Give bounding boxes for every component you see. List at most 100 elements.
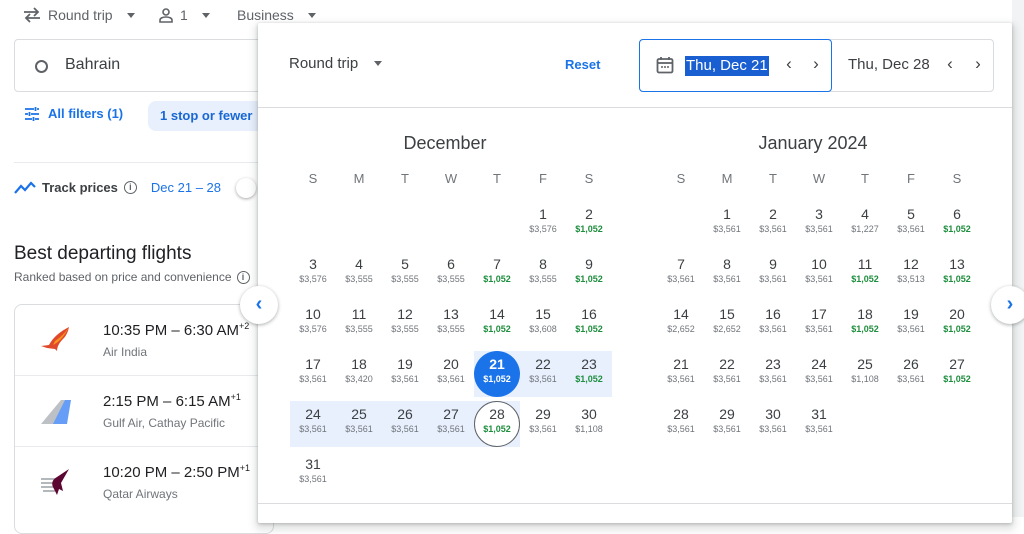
day-price-low: $1,052 <box>943 224 971 234</box>
month-title: December <box>403 133 487 153</box>
calendar-day[interactable]: 31 $3,561 <box>290 451 336 497</box>
departure-date-input[interactable]: Thu, Dec 21 ‹ › <box>639 39 832 92</box>
calendar-day[interactable]: 3 $3,576 <box>290 251 336 297</box>
stops-filter-chip[interactable]: 1 stop or fewer <box>148 101 268 131</box>
calendar-day[interactable]: 27 $1,052 <box>934 351 980 397</box>
calendar-day[interactable]: 5 $3,561 <box>888 201 934 247</box>
day-price: $3,576 <box>529 224 557 234</box>
calendar-day[interactable]: 6 $1,052 <box>934 201 980 247</box>
flight-row[interactable]: 10:35 PM – 6:30 AM+2 Air India <box>15 305 275 376</box>
calendar-day[interactable]: 8 $3,561 <box>704 251 750 297</box>
calendar-day[interactable]: 1 $3,576 <box>520 201 566 247</box>
calendar-day[interactable]: 19 $3,561 <box>888 301 934 347</box>
track-prices-toggle[interactable] <box>236 178 256 198</box>
calendar-day[interactable]: 22 $3,561 <box>520 351 566 397</box>
calendar-day[interactable]: 1 $3,561 <box>704 201 750 247</box>
calendar-day[interactable]: 10 $3,576 <box>290 301 336 347</box>
calendar-day[interactable]: 18 $3,420 <box>336 351 382 397</box>
calendar-day[interactable]: 4 $1,227 <box>842 201 888 247</box>
day-number: 4 <box>861 206 869 222</box>
day-number: 9 <box>769 256 777 272</box>
calendar-day[interactable]: 20 $3,561 <box>428 351 474 397</box>
calendar-day[interactable]: 13 $3,555 <box>428 301 474 347</box>
calendar-day[interactable]: 26 $3,561 <box>382 401 428 447</box>
calendar-day[interactable]: 2 $1,052 <box>566 201 612 247</box>
calendar-day[interactable]: 16 $1,052 <box>566 301 612 347</box>
calendar-day[interactable]: 21 $3,561 <box>658 351 704 397</box>
calendar-day[interactable]: 25 $3,561 <box>336 401 382 447</box>
calendar-day[interactable]: 12 $3,555 <box>382 301 428 347</box>
all-filters-button[interactable]: All filters (1) <box>24 106 123 121</box>
calendar-day[interactable]: 27 $3,561 <box>428 401 474 447</box>
calendar-day-selected-start[interactable]: 21 $1,052 <box>474 351 520 397</box>
calendar-day[interactable]: 19 $3,561 <box>382 351 428 397</box>
calendar-day[interactable]: 31 $3,561 <box>796 401 842 447</box>
calendar-day[interactable]: 9 $3,561 <box>750 251 796 297</box>
calendar-day[interactable]: 11 $3,555 <box>336 301 382 347</box>
calendar-day-selected-end[interactable]: 28 $1,052 <box>474 401 520 447</box>
day-number: 25 <box>351 406 367 422</box>
day-price: $1,227 <box>851 224 879 234</box>
calendar-day[interactable]: 20 $1,052 <box>934 301 980 347</box>
calendar-day[interactable]: 29 $3,561 <box>704 401 750 447</box>
calendar-day[interactable]: 30 $1,108 <box>566 401 612 447</box>
calendar-day[interactable]: 28 $3,561 <box>658 401 704 447</box>
calendar-day[interactable]: 8 $3,555 <box>520 251 566 297</box>
passenger-count: 1 <box>180 7 188 23</box>
calendar-day[interactable]: 10 $3,561 <box>796 251 842 297</box>
calendar-day[interactable]: 17 $3,561 <box>796 301 842 347</box>
flight-row[interactable]: 10:20 PM – 2:50 PM+1 Qatar Airways <box>15 447 275 518</box>
info-icon[interactable]: i <box>236 270 250 284</box>
day-number: 8 <box>723 256 731 272</box>
reset-button[interactable]: Reset <box>565 57 600 72</box>
calendar-day[interactable]: 4 $3,555 <box>336 251 382 297</box>
return-prev-day-button[interactable]: ‹ <box>940 54 960 74</box>
info-icon[interactable]: i <box>123 181 137 194</box>
calendar-day[interactable]: 24 $3,561 <box>796 351 842 397</box>
day-number: 20 <box>443 356 459 372</box>
calendar-day[interactable]: 18 $1,052 <box>842 301 888 347</box>
calendar-day[interactable]: 14 $2,652 <box>658 301 704 347</box>
departure-next-day-button[interactable]: › <box>806 54 826 74</box>
passenger-select[interactable]: 1 <box>158 4 210 26</box>
calendar-day[interactable]: 12 $3,513 <box>888 251 934 297</box>
calendar-day[interactable]: 15 $3,608 <box>520 301 566 347</box>
flight-row[interactable]: 2:15 PM – 6:15 AM+1 Gulf Air, Cathay Pac… <box>15 376 275 447</box>
dialog-trip-type-select[interactable]: Round trip <box>289 55 383 72</box>
calendar-day[interactable]: 7 $3,561 <box>658 251 704 297</box>
calendar-day[interactable]: 9 $1,052 <box>566 251 612 297</box>
departure-prev-day-button[interactable]: ‹ <box>779 54 799 74</box>
calendar-day[interactable]: 29 $3,561 <box>520 401 566 447</box>
calendar-day[interactable]: 23 $1,052 <box>566 351 612 397</box>
calendar-day[interactable]: 13 $1,052 <box>934 251 980 297</box>
calendar-day[interactable]: 22 $3,561 <box>704 351 750 397</box>
day-number: 2 <box>769 206 777 222</box>
calendar-day[interactable]: 3 $3,561 <box>796 201 842 247</box>
scrollbar-track[interactable] <box>1012 0 1024 517</box>
calendar-day[interactable]: 23 $3,561 <box>750 351 796 397</box>
calendar-day[interactable]: 6 $3,555 <box>428 251 474 297</box>
calendar-day[interactable]: 26 $3,561 <box>888 351 934 397</box>
trip-type-select[interactable]: Round trip <box>22 4 135 26</box>
return-date-input[interactable]: Thu, Dec 28 <box>848 56 930 73</box>
airline-name: Gulf Air, Cathay Pacific <box>103 416 226 430</box>
calendar-day[interactable]: 7 $1,052 <box>474 251 520 297</box>
calendar-day[interactable]: 15 $2,652 <box>704 301 750 347</box>
calendar-day[interactable]: 25 $1,108 <box>842 351 888 397</box>
calendar-day[interactable]: 2 $3,561 <box>750 201 796 247</box>
calendar-day[interactable]: 5 $3,555 <box>382 251 428 297</box>
calendar-day[interactable]: 30 $3,561 <box>750 401 796 447</box>
return-next-day-button[interactable]: › <box>968 54 988 74</box>
track-prices-row: Track prices i Dec 21 – 28 <box>14 180 221 195</box>
results-subtitle-row: Ranked based on price and convenience i <box>14 270 250 284</box>
calendar-day[interactable]: 14 $1,052 <box>474 301 520 347</box>
calendar-day[interactable]: 24 $3,561 <box>290 401 336 447</box>
calendar-day[interactable]: 16 $3,561 <box>750 301 796 347</box>
day-number: 9 <box>585 256 593 272</box>
calendar-day[interactable]: 17 $3,561 <box>290 351 336 397</box>
day-price: $3,561 <box>805 324 833 334</box>
dialog-trip-type-label: Round trip <box>289 55 359 72</box>
next-month-button[interactable]: › <box>991 286 1024 324</box>
calendar-day[interactable]: 11 $1,052 <box>842 251 888 297</box>
prev-month-button[interactable]: ‹ <box>240 286 278 324</box>
